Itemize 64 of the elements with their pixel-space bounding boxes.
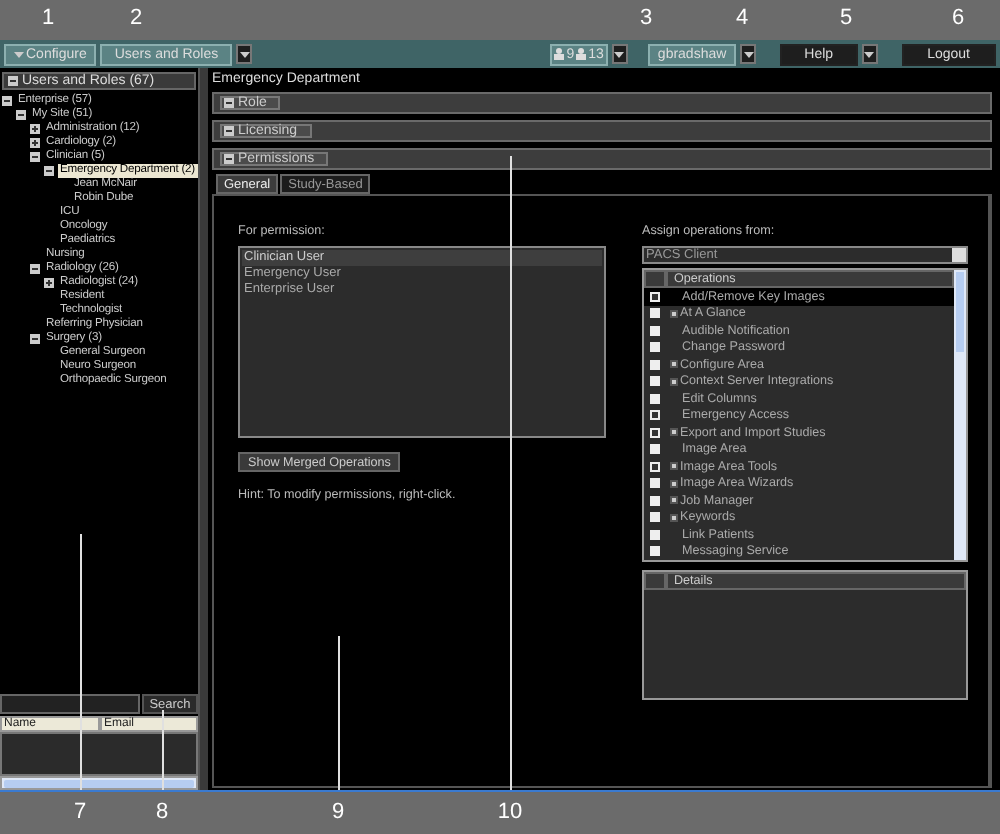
expand-icon[interactable] (670, 309, 678, 318)
checkbox[interactable] (650, 444, 660, 455)
dropdown-button[interactable] (236, 44, 253, 64)
expand-icon[interactable] (44, 278, 54, 288)
column-header (644, 572, 666, 590)
checkbox[interactable] (650, 342, 660, 353)
collapse-icon[interactable] (44, 166, 54, 176)
collapse-icon[interactable] (224, 98, 234, 108)
user-icon (576, 48, 587, 60)
expand-icon[interactable] (30, 138, 40, 148)
leader-line (162, 710, 164, 790)
caret-icon (743, 51, 754, 57)
caret-icon (864, 51, 875, 57)
checkbox[interactable] (650, 461, 660, 472)
expand-icon[interactable] (670, 479, 678, 488)
vertical-scrollbar[interactable] (954, 270, 966, 560)
checkbox[interactable] (650, 427, 660, 438)
collapse-icon[interactable] (224, 154, 234, 164)
callout-number: 1 (41, 6, 55, 30)
caret-icon (614, 51, 625, 57)
dropdown-button[interactable] (740, 44, 757, 64)
callout-number: 3 (639, 6, 653, 30)
dropdown-button[interactable] (611, 44, 628, 64)
horizontal-scrollbar[interactable] (0, 776, 198, 790)
callout-number: 6 (951, 6, 965, 30)
collapse-icon[interactable] (30, 152, 40, 162)
collapse-icon[interactable] (30, 334, 40, 344)
callout-number: 8 (155, 800, 169, 824)
checkbox[interactable] (650, 308, 660, 319)
collapse-icon[interactable] (2, 96, 12, 106)
callout-number: 10 (497, 800, 523, 824)
dropdown-button[interactable] (861, 44, 878, 64)
expand-icon[interactable] (670, 462, 678, 471)
checkbox[interactable] (650, 529, 660, 540)
checkbox[interactable] (650, 393, 660, 404)
checkbox[interactable] (650, 478, 660, 489)
checkbox[interactable] (650, 512, 660, 523)
callout-number: 2 (129, 6, 143, 30)
expand-icon[interactable] (670, 428, 678, 437)
column-header (644, 270, 666, 288)
checkbox[interactable] (650, 546, 660, 557)
collapse-icon[interactable] (30, 264, 40, 274)
collapse-icon[interactable] (8, 76, 18, 86)
caret-icon (239, 51, 250, 57)
collapse-icon[interactable] (16, 110, 26, 120)
expand-icon[interactable] (670, 360, 678, 369)
checkbox[interactable] (650, 410, 660, 421)
checkbox[interactable] (650, 376, 660, 387)
checkbox[interactable] (650, 325, 660, 336)
expand-icon[interactable] (670, 513, 678, 522)
collapse-icon[interactable] (224, 126, 234, 136)
checkbox[interactable] (650, 291, 660, 302)
expand-icon[interactable] (670, 377, 678, 386)
expand-icon[interactable] (670, 496, 678, 505)
checkbox[interactable] (650, 359, 660, 370)
callout-number: 5 (839, 6, 853, 30)
callout-number: 9 (331, 800, 345, 824)
expand-icon[interactable] (30, 124, 40, 134)
callout-number: 7 (73, 800, 87, 824)
caret-icon (14, 51, 24, 57)
search-field[interactable] (0, 694, 140, 714)
checkbox[interactable] (650, 495, 660, 506)
callout-number: 4 (735, 6, 749, 30)
user-icon (554, 48, 565, 60)
